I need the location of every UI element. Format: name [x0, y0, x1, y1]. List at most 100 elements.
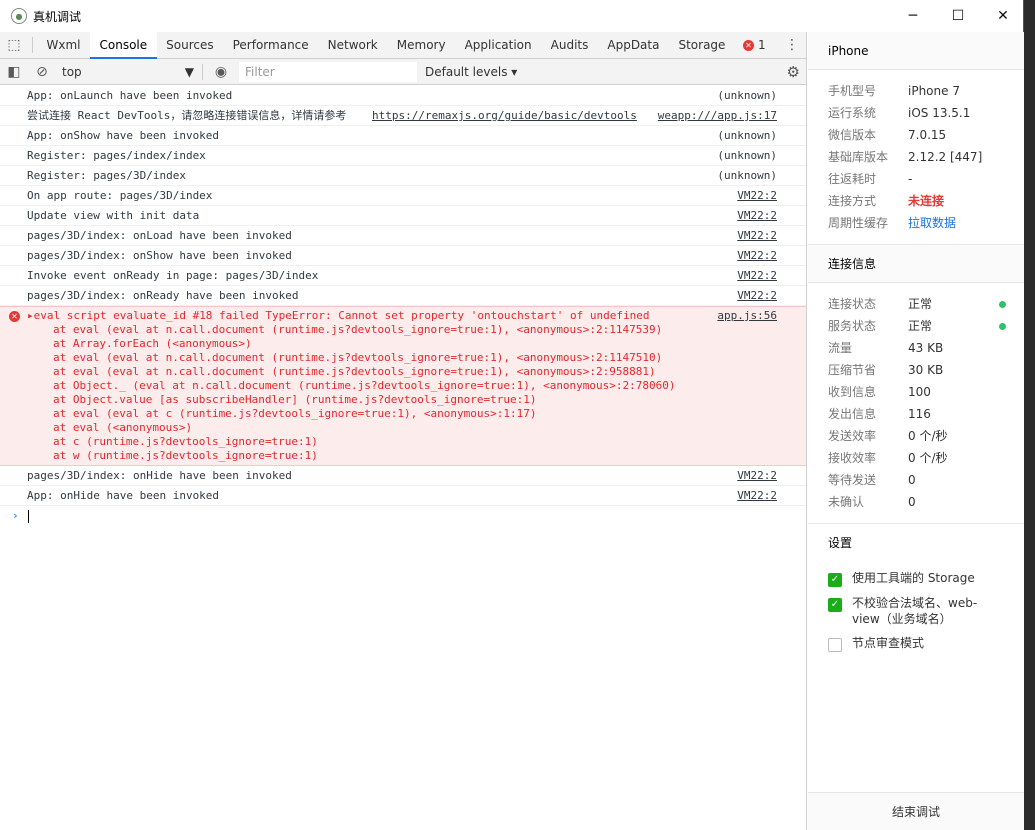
- console-message: App: onLaunch have been invoked (unknown): [0, 86, 806, 106]
- info-row: 发出信息 116: [808, 403, 1024, 425]
- console-message: pages/3D/index: onReady have been invoke…: [0, 286, 806, 306]
- source-link[interactable]: VM22:2: [737, 466, 777, 486]
- error-count-badge[interactable]: ✕ 1: [742, 38, 766, 52]
- message-text: Register: pages/index/index: [27, 149, 206, 162]
- info-key: 发出信息: [828, 407, 877, 421]
- tab-performance[interactable]: Performance: [223, 32, 318, 59]
- end-debug-button[interactable]: 结束调试: [808, 792, 1024, 830]
- console-output: App: onLaunch have been invoked (unknown)…: [0, 86, 806, 830]
- error-summary[interactable]: ▸eval script evaluate_id #18 failed Type…: [27, 309, 806, 323]
- source-link: (unknown): [717, 149, 777, 162]
- minimize-icon[interactable]: ─: [890, 0, 936, 32]
- info-value: 未连接: [908, 194, 945, 208]
- info-key: 基础库版本: [828, 150, 889, 164]
- source-link[interactable]: VM22:2: [737, 246, 777, 266]
- tab-appdata[interactable]: AppData: [598, 32, 669, 59]
- source-link[interactable]: VM22:2: [737, 486, 777, 506]
- info-row: 未确认 0: [808, 491, 1024, 513]
- message-text: pages/3D/index: onHide have been invoked: [27, 469, 292, 482]
- error-source-link[interactable]: app.js:56: [717, 309, 777, 322]
- device-panel: iPhone 手机型号 iPhone 7 运行系统 iOS 13.5.1 微信版本 7.0…: [808, 32, 1024, 830]
- docs-link[interactable]: https://remaxjs.org/guide/basic/devtools: [372, 106, 637, 126]
- stack-frame[interactable]: at w (runtime.js?devtools_ignore=true:1): [27, 449, 806, 463]
- filter-input[interactable]: Filter: [239, 61, 417, 82]
- tab-console[interactable]: Console: [90, 31, 157, 59]
- info-row: 手机型号 iPhone 7: [808, 80, 1024, 102]
- tab-network[interactable]: Network: [318, 32, 387, 59]
- info-row: 服务状态 正常: [808, 315, 1024, 337]
- source-link[interactable]: VM22:2: [737, 286, 777, 306]
- source-link[interactable]: weapp:///app.js:17: [658, 106, 777, 126]
- tab-wxml[interactable]: Wxml: [37, 32, 90, 59]
- console-message: Register: pages/index/index (unknown): [0, 146, 806, 166]
- settings-option[interactable]: ✓ 使用工具端的 Storage: [808, 570, 1024, 587]
- info-value: 0: [908, 495, 916, 509]
- console-message: 尝试连接 React DevTools，请忽略连接错误信息，详情请参考 https…: [0, 106, 806, 126]
- stack-frame[interactable]: at eval (eval at n.call.document (runtim…: [27, 351, 806, 365]
- settings-option[interactable]: ✓ 不校验合法域名、web-view（业务域名）: [808, 595, 1024, 627]
- info-value: -: [908, 172, 913, 186]
- error-count: 1: [757, 38, 766, 52]
- maximize-icon[interactable]: ☐: [935, 0, 981, 32]
- info-value: iOS 13.5.1: [908, 106, 971, 120]
- text-caret: [27, 509, 29, 523]
- stack-frame[interactable]: at Array.forEach (<anonymous>): [27, 337, 806, 351]
- message-text: App: onShow have been invoked: [27, 129, 220, 142]
- expand-arrow-icon[interactable]: ▸: [27, 309, 34, 322]
- message-text: pages/3D/index: onLoad have been invoked: [27, 229, 292, 242]
- message-text: App: onHide have been invoked: [27, 489, 220, 502]
- context-value: top: [62, 64, 82, 79]
- option-label: 节点审查模式: [852, 636, 925, 650]
- tab-memory[interactable]: Memory: [387, 32, 455, 59]
- stack-frame[interactable]: at c (runtime.js?devtools_ignore=true:1): [27, 435, 806, 449]
- dropdown-arrow-icon: ▾: [511, 64, 518, 79]
- source-link[interactable]: VM22:2: [737, 206, 777, 226]
- source-link: (unknown): [717, 129, 777, 142]
- info-value: 100: [908, 385, 931, 399]
- inspect-element-icon[interactable]: ⬚: [0, 32, 28, 59]
- info-value: 0 个/秒: [908, 451, 948, 465]
- dropdown-arrow-icon: ▼: [184, 64, 194, 79]
- more-menu-icon[interactable]: ⋮: [784, 32, 800, 59]
- tab-application[interactable]: Application: [455, 32, 541, 59]
- info-value: 7.0.15: [908, 128, 947, 142]
- log-levels-select[interactable]: Default levels ▾: [425, 65, 517, 79]
- console-message: Register: pages/3D/index (unknown): [0, 166, 806, 186]
- checkbox-icon[interactable]: ✓: [828, 598, 842, 612]
- stack-frame[interactable]: at Object.value [as subscribeHandler] (r…: [27, 393, 806, 407]
- window-edge: [1024, 0, 1035, 830]
- stack-frame[interactable]: at eval (<anonymous>): [27, 421, 806, 435]
- settings-option[interactable]: 节点审查模式: [808, 635, 1024, 652]
- status-dot-icon: [999, 323, 1006, 330]
- checkbox-icon[interactable]: ✓: [828, 573, 842, 587]
- console-message: pages/3D/index: onLoad have been invoked…: [0, 226, 806, 246]
- tab-sources[interactable]: Sources: [157, 32, 223, 59]
- gear-icon[interactable]: ⚙: [787, 59, 800, 85]
- info-value[interactable]: 拉取数据: [908, 212, 956, 234]
- info-value: iPhone 7: [908, 84, 960, 98]
- eye-icon[interactable]: ◉: [207, 58, 235, 85]
- sidebar-toggle-icon[interactable]: ◧: [0, 58, 28, 85]
- tab-storage[interactable]: Storage: [669, 32, 735, 59]
- stack-frame[interactable]: at eval (eval at n.call.document (runtim…: [27, 365, 806, 379]
- console-prompt[interactable]: ›: [0, 506, 806, 526]
- error-icon: ✕: [742, 39, 754, 51]
- stack-frame[interactable]: at eval (eval at n.call.document (runtim…: [27, 323, 806, 337]
- clear-console-icon[interactable]: ⊘: [28, 58, 56, 85]
- source-link[interactable]: VM22:2: [737, 266, 777, 286]
- console-message: On app route: pages/3D/index VM22:2: [0, 186, 806, 206]
- tab-audits[interactable]: Audits: [541, 32, 598, 59]
- info-row: 基础库版本 2.12.2 [447]: [808, 146, 1024, 168]
- info-key: 服务状态: [828, 319, 877, 333]
- context-select[interactable]: top ▼: [58, 62, 198, 82]
- source-link[interactable]: VM22:2: [737, 186, 777, 206]
- stack-frame[interactable]: at Object._ (eval at n.call.document (ru…: [27, 379, 806, 393]
- stack-frame[interactable]: at eval (eval at c (runtime.js?devtools_…: [27, 407, 806, 421]
- source-link[interactable]: VM22:2: [737, 226, 777, 246]
- info-key: 运行系统: [828, 106, 877, 120]
- checkbox-icon[interactable]: [828, 638, 842, 652]
- info-value: 正常: [908, 297, 933, 311]
- close-icon[interactable]: ✕: [980, 0, 1026, 32]
- message-text: Update view with init data: [27, 209, 200, 222]
- info-key: 收到信息: [828, 385, 877, 399]
